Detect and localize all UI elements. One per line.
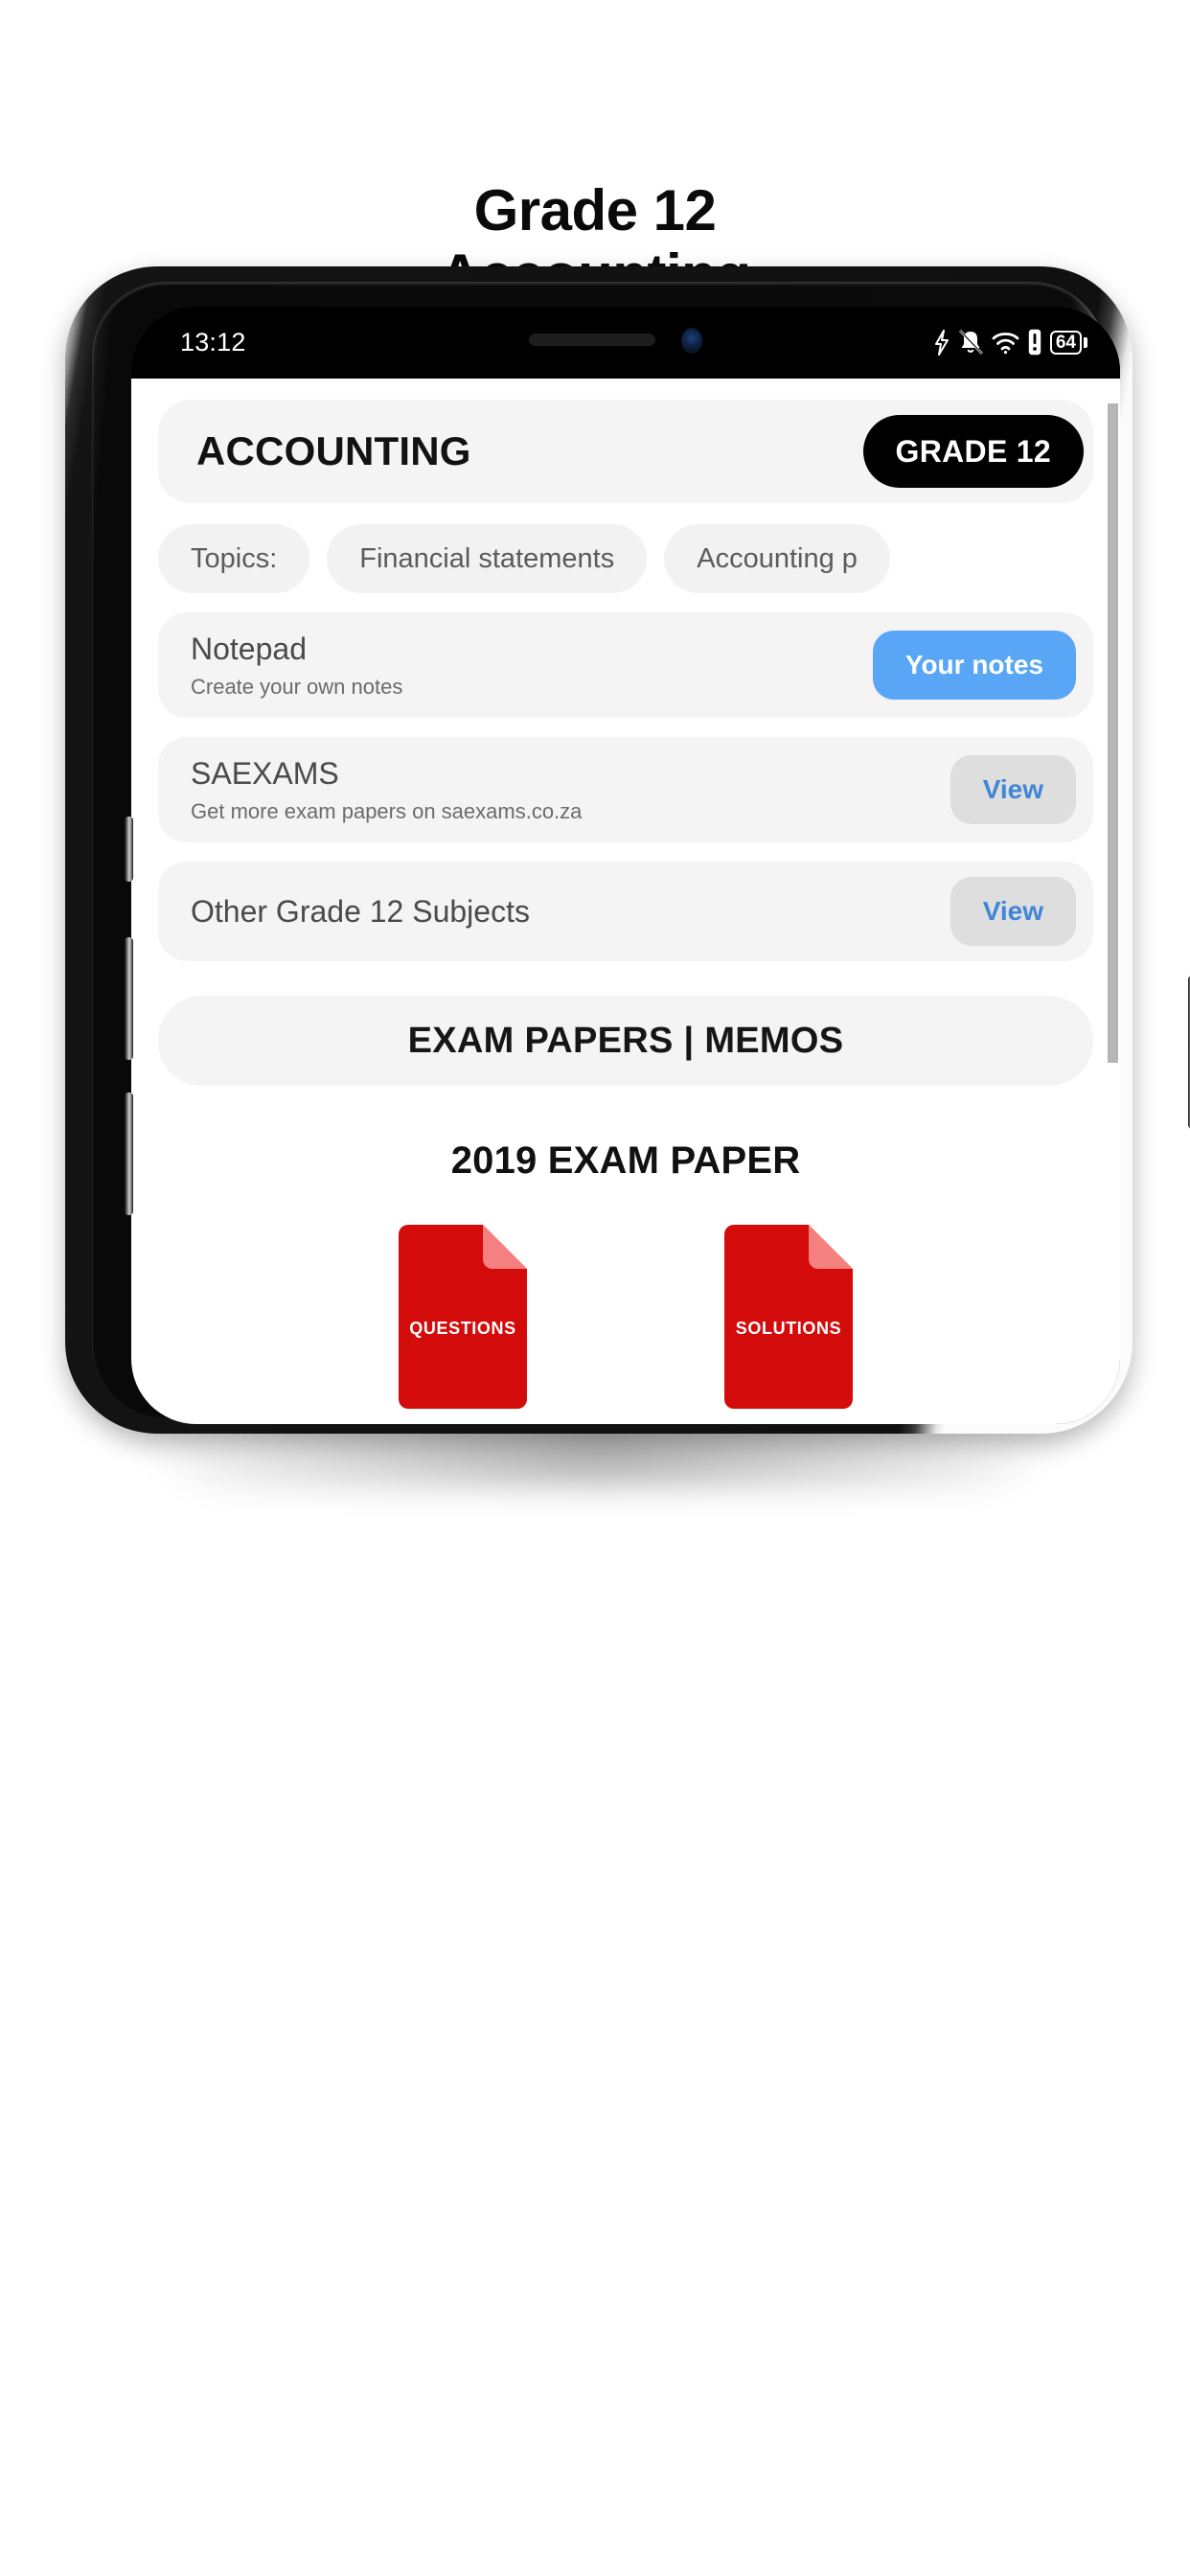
page-root: Grade 12 Accounting 13:12 <box>0 0 1190 2576</box>
notepad-title: Notepad <box>191 631 307 666</box>
status-bar-icons: 64 <box>933 326 1087 358</box>
status-bar: 13:12 64 <box>131 307 1120 379</box>
battery-icon: 64 <box>1049 330 1087 355</box>
wifi-icon <box>992 330 1019 355</box>
phone-device-frame: 13:12 64 ACCOUNTING GRADE 12 Topics: Fin… <box>65 266 1190 1434</box>
paper-row-2019: QUESTIONS SOLUTIONS <box>131 1225 1120 1409</box>
notepad-card[interactable]: Notepad Create your own notes Your notes <box>158 612 1093 718</box>
saexams-card-text: SAEXAMS Get more exam papers on saexams.… <box>191 756 582 824</box>
saexams-subtitle: Get more exam papers on saexams.co.za <box>191 798 583 823</box>
your-notes-button[interactable]: Your notes <box>872 631 1076 700</box>
bell-muted-icon <box>958 329 983 356</box>
exam-papers-memos-banner[interactable]: EXAM PAPERS | MEMOS <box>158 996 1093 1086</box>
front-camera-icon <box>681 328 702 354</box>
phone-mute-switch[interactable] <box>125 816 133 882</box>
alert-icon <box>1028 329 1041 356</box>
grade-badge[interactable]: GRADE 12 <box>862 415 1084 488</box>
solutions-pdf-2019[interactable]: SOLUTIONS <box>717 1225 860 1409</box>
subject-header-card: ACCOUNTING GRADE 12 <box>158 400 1093 503</box>
vertical-scrollbar[interactable] <box>1108 403 1118 1063</box>
phone-screen-bezel: 13:12 64 ACCOUNTING GRADE 12 Topics: Fin… <box>131 307 1120 1424</box>
topic-chip-accounting-principles[interactable]: Accounting p <box>664 524 890 593</box>
topic-chip-financial-statements[interactable]: Financial statements <box>327 524 648 593</box>
other-subjects-view-button[interactable]: View <box>950 877 1076 946</box>
notepad-subtitle: Create your own notes <box>191 674 403 699</box>
questions-pdf-2019-label: QUESTIONS <box>409 1319 516 1338</box>
topics-label-chip: Topics: <box>158 524 310 593</box>
saexams-title: SAEXAMS <box>191 755 339 791</box>
subject-name-label: ACCOUNTING <box>196 428 471 473</box>
notepad-card-text: Notepad Create your own notes <box>191 632 402 700</box>
earpiece-speaker-grille <box>529 334 655 346</box>
other-subjects-card-text: Other Grade 12 Subjects <box>191 894 530 930</box>
phone-volume-up-button[interactable] <box>125 937 133 1060</box>
saexams-card[interactable]: SAEXAMS Get more exam papers on saexams.… <box>158 737 1093 842</box>
other-subjects-title: Other Grade 12 Subjects <box>191 893 530 929</box>
charging-bolt-icon <box>933 329 950 356</box>
status-bar-time: 13:12 <box>180 328 246 356</box>
battery-tip <box>1084 336 1087 348</box>
year-title-2019: 2019 EXAM PAPER <box>450 1139 801 1182</box>
battery-level-text: 64 <box>1049 330 1082 355</box>
questions-pdf-2019[interactable]: QUESTIONS <box>391 1225 535 1409</box>
app-screen: ACCOUNTING GRADE 12 Topics: Financial st… <box>131 379 1120 1424</box>
page-title-line-1: Grade 12 <box>473 178 717 242</box>
topics-chip-row[interactable]: Topics: Financial statements Accounting … <box>158 524 1120 593</box>
other-subjects-card[interactable]: Other Grade 12 Subjects View <box>158 862 1093 961</box>
saexams-view-button[interactable]: View <box>950 755 1076 824</box>
app-scroll-container[interactable]: ACCOUNTING GRADE 12 Topics: Financial st… <box>131 379 1120 1424</box>
solutions-pdf-2019-label: SOLUTIONS <box>735 1319 842 1338</box>
phone-inner-frame: 13:12 64 ACCOUNTING GRADE 12 Topics: Fin… <box>92 282 1120 1424</box>
phone-volume-down-button[interactable] <box>125 1092 133 1215</box>
